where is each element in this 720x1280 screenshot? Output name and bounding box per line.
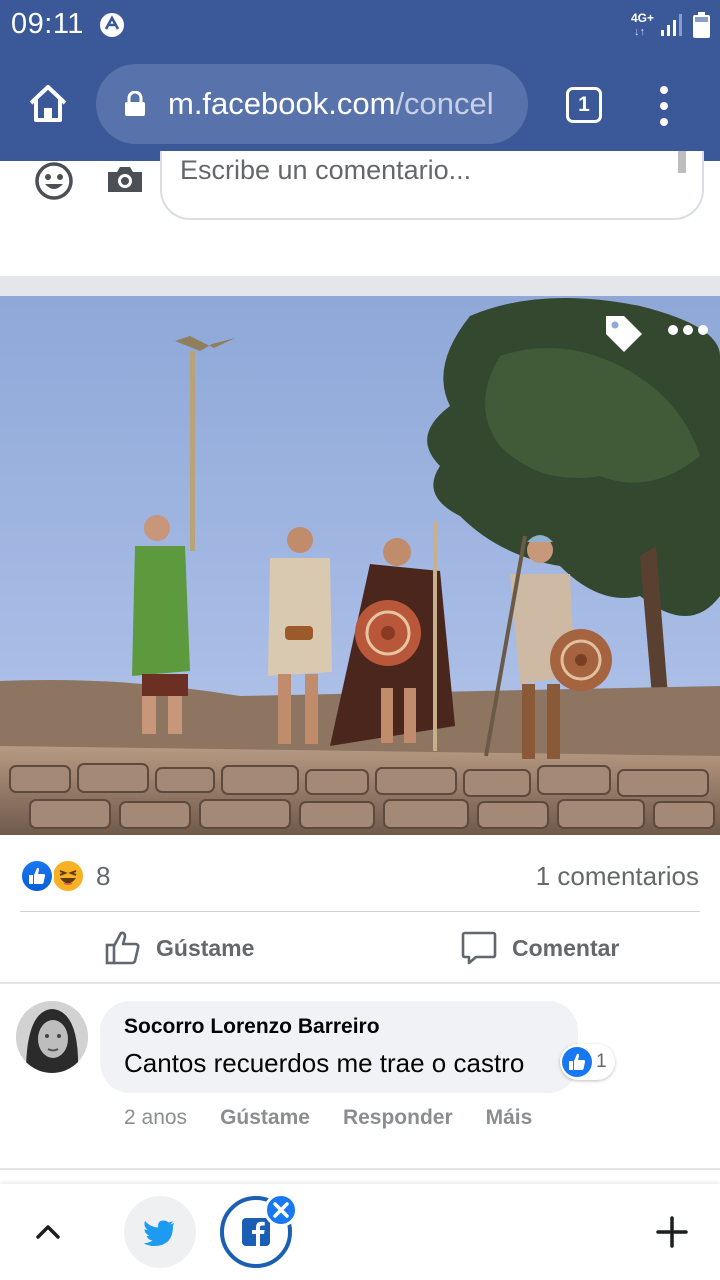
status-bar: 09:11 4G+ ↓↑: [0, 0, 720, 50]
like-button[interactable]: Gústame: [104, 926, 254, 970]
haha-reaction-icon: [51, 859, 85, 893]
status-time: 09:11: [11, 8, 84, 40]
avatar[interactable]: [16, 1001, 88, 1073]
post-image: [0, 296, 720, 835]
address-bar[interactable]: m.facebook.com/concel: [96, 64, 528, 144]
bottom-toolbar: [0, 1184, 720, 1280]
feed-separator: [0, 276, 720, 296]
like-label: Gústame: [156, 934, 255, 961]
comment-reaction-count: 1: [596, 1051, 607, 1072]
chevron-up-icon[interactable]: [30, 1214, 66, 1250]
network-activity: ↓↑: [634, 26, 645, 38]
comment-text: Cantos recuerdos me trae o castro: [124, 1048, 525, 1078]
section-divider: [0, 982, 720, 984]
comment-author[interactable]: Socorro Lorenzo Barreiro: [124, 1015, 380, 1039]
url-host: m.facebook.com: [168, 86, 396, 121]
plus-icon[interactable]: [654, 1214, 690, 1250]
comment-count[interactable]: 1 comentarios: [536, 861, 699, 892]
network-type: 4G+: [631, 11, 655, 25]
comment-button[interactable]: Comentar: [460, 926, 619, 970]
app-notification-icon: [100, 13, 124, 37]
emoji-icon[interactable]: [34, 161, 74, 201]
comment-reply-link[interactable]: Responder: [343, 1106, 453, 1130]
twitter-icon: [143, 1220, 174, 1246]
comment-more-link[interactable]: Máis: [486, 1106, 533, 1130]
battery-icon: [693, 12, 710, 38]
post-photo[interactable]: [0, 296, 720, 835]
close-icon[interactable]: [264, 1193, 298, 1227]
twitter-button[interactable]: [124, 1196, 196, 1268]
like-reaction-icon: [562, 1047, 592, 1077]
tag-icon[interactable]: [602, 312, 644, 354]
like-reaction-icon: [20, 859, 54, 893]
more-icon[interactable]: [666, 320, 710, 340]
url-text: m.facebook.com/concel: [168, 86, 512, 126]
browser-toolbar: m.facebook.com/concel 1: [0, 50, 720, 161]
camera-icon[interactable]: [106, 164, 144, 194]
reactions-summary[interactable]: 8 1 comentarios: [0, 835, 720, 911]
comment-time[interactable]: 2 anos: [124, 1106, 187, 1130]
comment-placeholder: Escribe un comentario...: [180, 155, 472, 185]
comment-icon: [461, 931, 497, 965]
signal-icon: [661, 14, 682, 36]
comment-reaction-badge[interactable]: 1: [560, 1044, 615, 1080]
comment-like-link[interactable]: Gústame: [220, 1106, 310, 1130]
comment-composer: Escribe un comentario...: [0, 151, 720, 276]
overflow-menu-icon[interactable]: [652, 84, 676, 128]
like-icon: [105, 931, 140, 965]
reaction-count: 8: [96, 861, 111, 891]
input-scrollbar[interactable]: [678, 151, 686, 173]
comment-input[interactable]: Escribe un comentario...: [160, 151, 704, 220]
post-actions: Gústame Comentar: [0, 912, 720, 982]
url-path: /concel: [395, 86, 494, 121]
feed-divider: [0, 1168, 720, 1170]
lock-icon: [125, 91, 145, 116]
tabs-icon[interactable]: 1: [566, 87, 602, 123]
comment-meta: 2 anos Gústame Responder Máis: [124, 1103, 532, 1133]
comment-label: Comentar: [512, 934, 620, 961]
home-icon[interactable]: [26, 82, 70, 126]
comment-bubble: Socorro Lorenzo Barreiro Cantos recuerdo…: [100, 1001, 578, 1093]
